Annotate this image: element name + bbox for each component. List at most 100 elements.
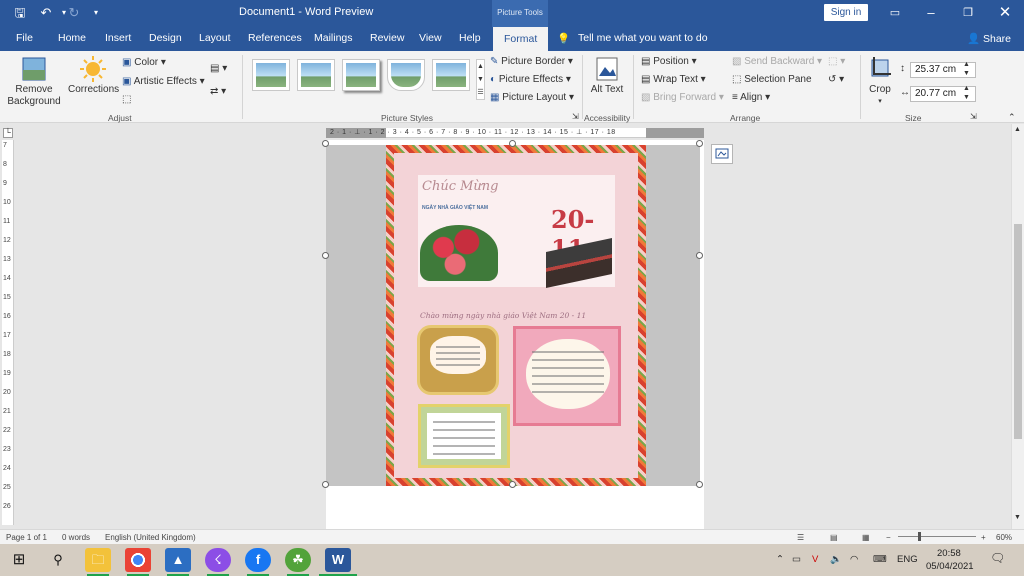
notifications-icon[interactable]: 🗨 xyxy=(990,551,1005,565)
styles-gallery-scroll[interactable]: ▲ ▼ ☰ xyxy=(476,59,485,100)
position-button[interactable]: ▤ Position ▾ xyxy=(641,56,697,67)
scroll-up-icon[interactable]: ▲ xyxy=(1014,126,1021,133)
picture-border-button[interactable]: ✎ Picture Border ▾ xyxy=(490,56,573,67)
photos-icon[interactable]: ▲ xyxy=(165,548,191,576)
wifi-icon[interactable]: ◠ xyxy=(850,554,858,565)
minimize-icon[interactable]: – xyxy=(920,4,942,22)
artistic-effects-button[interactable]: ▣ Artistic Effects ▾ xyxy=(122,76,205,87)
wrap-text-button[interactable]: ▤ Wrap Text ▾ xyxy=(641,74,706,85)
picture-style-thumb[interactable] xyxy=(252,59,290,91)
tab-review[interactable]: Review xyxy=(370,32,404,44)
send-backward-button[interactable]: ▧ Send Backward ▾ xyxy=(732,56,822,67)
scroll-down-icon[interactable]: ▼ xyxy=(1014,514,1021,521)
zoom-out-icon[interactable]: − xyxy=(886,533,891,542)
picture-style-thumb[interactable] xyxy=(342,59,380,91)
resize-handle[interactable] xyxy=(509,481,516,488)
picture-style-thumb[interactable] xyxy=(297,59,335,91)
tab-help[interactable]: Help xyxy=(459,32,481,44)
resize-handle[interactable] xyxy=(322,140,329,147)
tab-format[interactable]: Format xyxy=(493,27,549,51)
focus-mode-icon[interactable]: ☰ xyxy=(797,533,804,542)
share-button[interactable]: 👤 Share xyxy=(967,32,1011,45)
picture-style-thumb[interactable] xyxy=(432,59,470,91)
resize-handle[interactable] xyxy=(696,140,703,147)
scrollbar-thumb[interactable] xyxy=(1014,224,1022,439)
input-language[interactable]: ENG xyxy=(897,554,918,565)
width-spinner[interactable]: ▲ ▼ xyxy=(963,84,970,102)
selection-pane-button[interactable]: ⬚ Selection Pane xyxy=(732,74,812,85)
height-spinner[interactable]: ▲ ▼ xyxy=(963,60,970,78)
alt-text-button[interactable]: Alt Text xyxy=(590,56,624,96)
horizontal-ruler[interactable]: 2 · 1 · ⊥ · 1 · 2 · 3 · 4 · 5 · 6 · 7 · … xyxy=(326,128,704,138)
print-layout-icon[interactable]: ▤ xyxy=(830,533,838,542)
language-status[interactable]: English (United Kingdom) xyxy=(105,533,196,542)
picture-layout-button[interactable]: ▦ Picture Layout ▾ xyxy=(490,92,574,103)
zoom-slider[interactable] xyxy=(898,536,976,537)
zoom-slider-thumb[interactable] xyxy=(918,532,921,541)
tab-references[interactable]: References xyxy=(248,32,302,44)
resize-handle[interactable] xyxy=(696,252,703,259)
facebook-icon[interactable]: f xyxy=(245,548,271,576)
bring-forward-button[interactable]: ▧ Bring Forward ▾ xyxy=(641,92,724,103)
size-launcher-icon[interactable]: ⇲ xyxy=(970,112,977,121)
redo-icon[interactable]: ↻ xyxy=(64,4,84,22)
save-icon[interactable]: 🖫 xyxy=(10,4,30,22)
keyboard-icon[interactable]: ⌨ xyxy=(873,554,887,565)
show-hidden-icons[interactable]: ⌃ xyxy=(776,554,784,565)
tab-file[interactable]: File xyxy=(16,32,33,44)
resize-handle[interactable] xyxy=(509,140,516,147)
layout-options-icon[interactable] xyxy=(711,144,733,164)
file-explorer-icon[interactable]: 🗀 xyxy=(85,548,111,576)
clock-date[interactable]: 05/04/2021 xyxy=(926,561,974,572)
crop-button[interactable]: Crop ▾ xyxy=(866,56,894,108)
tab-selector-icon[interactable]: └ xyxy=(3,128,13,138)
resize-handle[interactable] xyxy=(322,481,329,488)
zoom-level[interactable]: 60% xyxy=(996,533,1012,542)
page-count[interactable]: Page 1 of 1 xyxy=(6,533,47,542)
app-icon[interactable]: ☘ xyxy=(285,548,311,576)
remove-background-button[interactable]: Remove Background xyxy=(6,56,62,108)
group-objects-icon[interactable]: ⬚ ▾ xyxy=(828,56,845,67)
sign-in-button[interactable]: Sign in xyxy=(824,4,868,21)
vertical-scrollbar[interactable]: ▲ ▼ xyxy=(1011,124,1024,529)
collapse-ribbon-icon[interactable]: ⌃ xyxy=(1008,112,1016,123)
antivirus-icon[interactable]: V xyxy=(812,554,818,565)
picture-effects-button[interactable]: ◐ Picture Effects ▾ xyxy=(490,74,571,85)
tab-home[interactable]: Home xyxy=(58,32,86,44)
vertical-ruler[interactable]: 7 8 9 10 11 12 13 14 15 16 17 18 19 20 2… xyxy=(2,140,14,525)
tab-insert[interactable]: Insert xyxy=(105,32,131,44)
web-layout-icon[interactable]: ▦ xyxy=(862,533,870,542)
change-picture-icon[interactable]: ⇄ ▾ xyxy=(210,86,226,97)
format-picture-launcher-icon[interactable]: ⇲ xyxy=(572,112,579,121)
align-button[interactable]: ≡ Align ▾ xyxy=(732,92,770,103)
tab-mailings[interactable]: Mailings xyxy=(314,32,353,44)
search-icon[interactable]: ⚲ xyxy=(45,548,71,572)
volume-icon[interactable]: 🔈 xyxy=(830,554,842,565)
word-count[interactable]: 0 words xyxy=(62,533,90,542)
rotate-icon[interactable]: ↺ ▾ xyxy=(828,74,844,85)
resize-handle[interactable] xyxy=(322,252,329,259)
clock-time[interactable]: 20:58 xyxy=(937,548,961,559)
customize-quick-access-icon[interactable]: ▾ xyxy=(86,4,106,22)
word-icon[interactable]: W xyxy=(319,548,357,576)
ribbon-display-options-icon[interactable]: ▭ xyxy=(884,4,906,22)
tab-design[interactable]: Design xyxy=(149,32,182,44)
battery-icon[interactable]: ▭ xyxy=(792,554,801,565)
resize-handle[interactable] xyxy=(696,481,703,488)
transparency-icon[interactable]: ⬚ xyxy=(122,94,131,105)
tell-me-search[interactable]: Tell me what you want to do xyxy=(578,32,708,44)
corrections-button[interactable]: Corrections xyxy=(68,56,119,96)
close-icon[interactable]: ✕ xyxy=(994,4,1016,22)
compress-pictures-icon[interactable]: ▤ ▾ xyxy=(210,63,227,74)
chrome-icon[interactable] xyxy=(125,548,151,576)
zoom-in-icon[interactable]: + xyxy=(981,533,986,542)
undo-icon[interactable]: ↶ xyxy=(36,4,56,22)
picture-style-thumb[interactable] xyxy=(387,59,425,91)
tab-view[interactable]: View xyxy=(419,32,442,44)
restore-icon[interactable]: ❐ xyxy=(957,4,979,22)
tab-layout[interactable]: Layout xyxy=(199,32,231,44)
start-icon[interactable]: ⊞ xyxy=(6,548,32,572)
messenger-icon[interactable]: ☇ xyxy=(205,548,231,576)
wrap-text-label: Wrap Text xyxy=(653,74,698,85)
color-button[interactable]: ▣ Color ▾ xyxy=(122,57,166,68)
